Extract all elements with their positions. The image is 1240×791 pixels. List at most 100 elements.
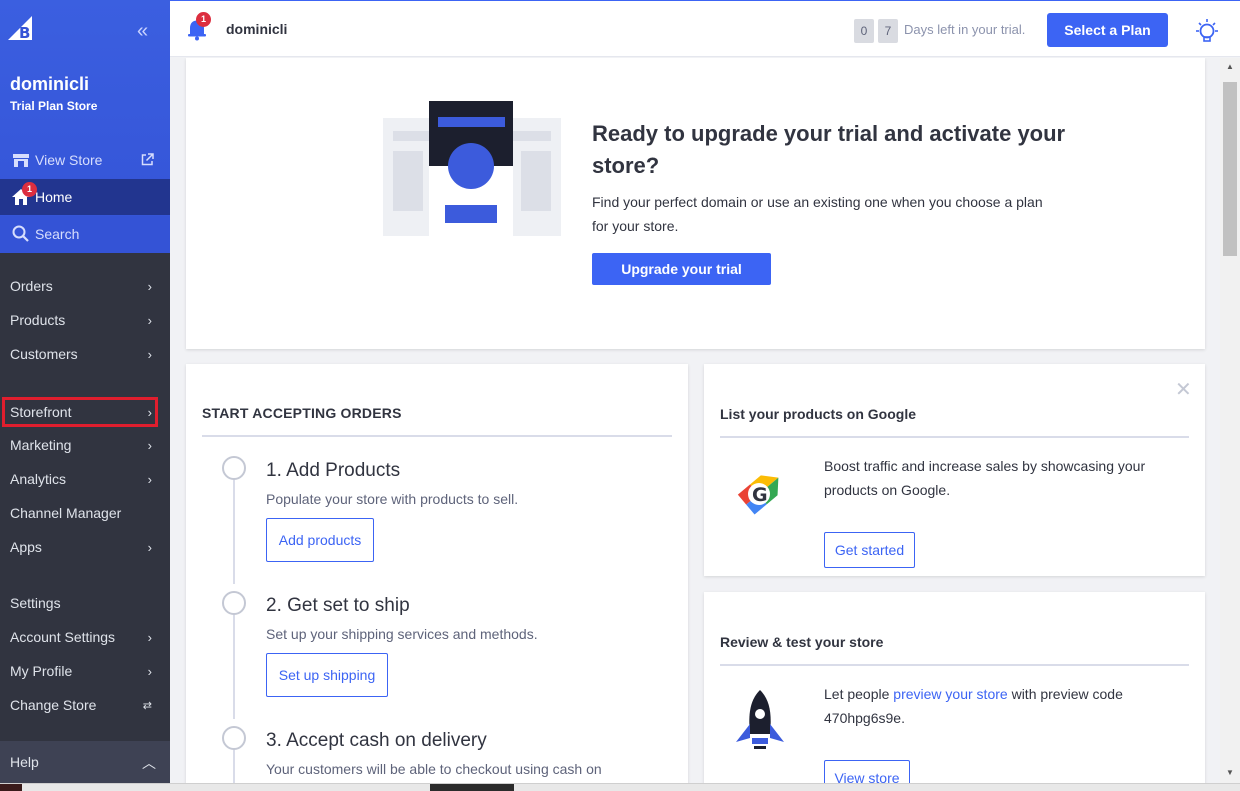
chevron-right-icon: › <box>147 438 152 453</box>
google-card-title: List your products on Google <box>720 406 916 422</box>
scroll-down-arrow-icon[interactable]: ▼ <box>1226 768 1234 777</box>
sidebar-item-my-profile[interactable]: My Profile › <box>0 656 170 686</box>
svg-text:G: G <box>752 484 768 506</box>
taskbar-item[interactable] <box>430 784 514 791</box>
scrollbar-thumb[interactable] <box>1223 82 1237 256</box>
storefront-highlight-box <box>2 397 158 427</box>
step-checkbox[interactable] <box>222 591 246 615</box>
step-description: Set up your shipping services and method… <box>266 626 538 642</box>
sidebar-item-label: Orders <box>10 278 53 294</box>
chevron-right-icon: › <box>147 279 152 294</box>
sidebar-item-search-label: Search <box>35 226 80 242</box>
taskbar-item[interactable] <box>0 784 22 791</box>
get-started-button[interactable]: Get started <box>824 532 915 568</box>
chevron-right-icon: › <box>147 630 152 645</box>
sidebar-item-label: My Profile <box>10 663 73 679</box>
rocket-icon <box>736 690 784 749</box>
sidebar-item-label: Channel Manager <box>10 505 122 521</box>
sidebar-item-label: Marketing <box>10 437 72 453</box>
sidebar-item-settings[interactable]: Settings <box>0 588 170 618</box>
lightbulb-icon[interactable] <box>1192 18 1222 46</box>
trial-days-text: Days left in your trial. <box>904 22 1026 37</box>
sidebar-item-account-settings[interactable]: Account Settings › <box>0 622 170 652</box>
vertical-scrollbar[interactable]: ▲ ▼ <box>1220 58 1240 783</box>
sidebar-item-label: Customers <box>10 346 78 362</box>
svg-text:B: B <box>19 24 30 42</box>
divider <box>202 435 672 437</box>
view-store-link[interactable]: View Store <box>0 142 170 178</box>
step-title: 1. Add Products <box>266 460 401 481</box>
view-store-label: View Store <box>35 152 103 168</box>
help-label: Help <box>10 754 39 770</box>
sidebar: B « dominicli Trial Plan Store View Stor… <box>0 0 170 783</box>
trial-days-digit: 7 <box>878 19 898 43</box>
step-connector <box>233 474 235 584</box>
swap-icon: ⇄ <box>142 700 152 712</box>
sidebar-item-label: Analytics <box>10 471 67 487</box>
select-plan-button[interactable]: Select a Plan <box>1047 13 1168 47</box>
main-content: Ready to upgrade your trial and activate… <box>170 58 1220 783</box>
upgrade-trial-card: Ready to upgrade your trial and activate… <box>186 58 1205 349</box>
sidebar-item-label: Products <box>10 312 66 328</box>
orders-card-title: START ACCEPTING ORDERS <box>202 405 402 421</box>
review-card-title: Review & test your store <box>720 634 884 650</box>
sidebar-item-products[interactable]: Products › <box>0 305 170 335</box>
chevron-right-icon: › <box>147 472 152 487</box>
notification-count-badge: 1 <box>196 12 211 27</box>
sidebar-item-label: Change Store <box>10 697 97 713</box>
review-text-before: Let people <box>824 686 894 702</box>
divider <box>720 436 1189 438</box>
step-description: Populate your store with products to sel… <box>266 491 519 507</box>
step-title: 3. Accept cash on delivery <box>266 730 487 751</box>
preview-store-link[interactable]: preview your store <box>893 686 1007 702</box>
top-header: 1 dominicli 0 7 Days left in your trial.… <box>170 0 1240 57</box>
sidebar-item-marketing[interactable]: Marketing › <box>0 430 170 460</box>
chevron-right-icon: › <box>147 540 152 555</box>
review-store-card: Review & test your store Let people prev… <box>704 592 1205 783</box>
sidebar-item-analytics[interactable]: Analytics › <box>0 464 170 494</box>
sidebar-item-orders[interactable]: Orders › <box>0 271 170 301</box>
google-card-text: Boost traffic and increase sales by show… <box>824 458 1146 498</box>
sidebar-item-label: Account Settings <box>10 629 116 645</box>
sidebar-item-label: Apps <box>10 539 42 555</box>
step-checkbox[interactable] <box>222 726 246 750</box>
step-description: Your customers will be able to checkout … <box>266 761 602 777</box>
upgrade-title: Ready to upgrade your trial and activate… <box>592 121 1066 178</box>
home-notification-badge: 1 <box>22 182 37 197</box>
sidebar-item-label: Settings <box>10 595 61 611</box>
step-title: 2. Get set to ship <box>266 595 410 616</box>
scroll-up-arrow-icon[interactable]: ▲ <box>1226 62 1234 71</box>
sidebar-item-home-label: Home <box>35 189 73 205</box>
sidebar-item-search[interactable]: Search <box>0 216 170 252</box>
storefront-icon <box>13 154 29 167</box>
review-card-text: Let people preview your store with previ… <box>824 682 1184 730</box>
sidebar-item-apps[interactable]: Apps › <box>0 532 170 562</box>
step-connector <box>233 609 235 719</box>
chevron-right-icon: › <box>147 664 152 679</box>
external-link-icon <box>141 153 154 166</box>
sidebar-item-change-store[interactable]: Change Store ⇄ <box>0 690 170 720</box>
sidebar-item-customers[interactable]: Customers › <box>0 339 170 369</box>
sidebar-plan-name: Trial Plan Store <box>10 99 98 113</box>
header-store-name: dominicli <box>226 21 288 37</box>
collapse-sidebar-button[interactable]: « <box>137 21 148 41</box>
divider <box>720 664 1189 666</box>
view-store-button[interactable]: View store <box>824 760 910 783</box>
upgrade-illustration-icon <box>383 101 561 249</box>
bigcommerce-logo-icon[interactable]: B <box>6 14 34 42</box>
help-bar[interactable]: Help ︿ <box>0 741 170 783</box>
upgrade-trial-button[interactable]: Upgrade your trial <box>592 253 771 285</box>
search-icon <box>12 225 29 242</box>
chevron-up-icon: ︿ <box>142 755 156 771</box>
sidebar-store-name: dominicli <box>10 74 90 94</box>
add-products-button[interactable]: Add products <box>266 518 374 562</box>
close-icon[interactable]: ✕ <box>1175 377 1192 402</box>
chevron-right-icon: › <box>147 347 152 362</box>
os-taskbar-strip <box>0 783 1240 791</box>
start-accepting-orders-card: START ACCEPTING ORDERS 1. Add Products P… <box>186 364 688 783</box>
google-tag-icon: G <box>737 475 779 515</box>
step-checkbox[interactable] <box>222 456 246 480</box>
sidebar-item-channel-manager[interactable]: Channel Manager <box>0 498 170 528</box>
google-listing-card: ✕ List your products on Google G Boost t… <box>704 364 1205 576</box>
set-up-shipping-button[interactable]: Set up shipping <box>266 653 388 697</box>
